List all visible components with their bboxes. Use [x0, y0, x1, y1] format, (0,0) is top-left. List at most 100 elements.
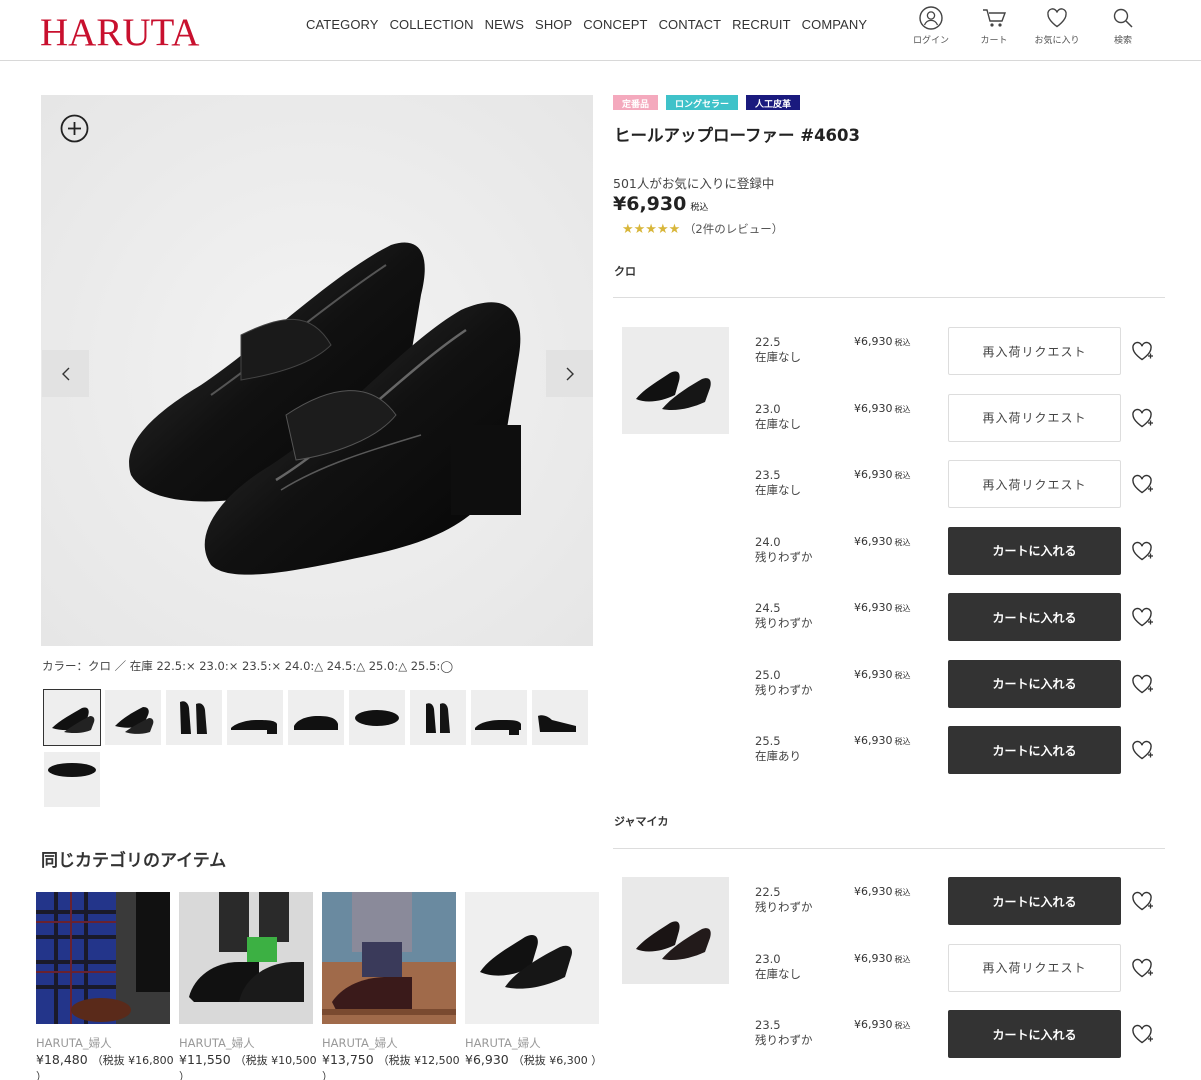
- related-item-image[interactable]: [36, 892, 170, 1024]
- color-label: クロ: [614, 265, 636, 278]
- chevron-right-icon: [566, 367, 574, 380]
- stock-status: 残りわずか: [755, 549, 813, 564]
- search-icon: [1113, 8, 1133, 28]
- favorite-heart-icon[interactable]: [1130, 739, 1154, 761]
- add-to-cart-button[interactable]: カートに入れる: [948, 526, 1121, 575]
- restock-request-button[interactable]: 再入荷リクエスト: [948, 460, 1121, 508]
- color-label: ジャマイカ: [614, 815, 669, 828]
- login-button[interactable]: ログイン: [901, 6, 961, 46]
- favorite-heart-icon[interactable]: [1130, 606, 1154, 628]
- thumbnail[interactable]: [288, 690, 344, 745]
- related-item[interactable]: HARUTA_婦人 ¥6,930 （税抜 ¥6,300 ）: [465, 892, 602, 1068]
- thumbnail[interactable]: [471, 690, 527, 745]
- thumbnail[interactable]: [43, 689, 101, 746]
- row-price: ¥6,930 税込: [854, 734, 911, 747]
- thumbnail[interactable]: [410, 690, 466, 745]
- add-to-cart-button[interactable]: カートに入れる: [948, 1010, 1121, 1058]
- favorite-heart-icon[interactable]: [1130, 673, 1154, 695]
- thumbnail[interactable]: [349, 690, 405, 745]
- related-item[interactable]: HARUTA_婦人 ¥18,480 （税抜 ¥16,800）: [36, 892, 174, 1080]
- cart-label: カート: [980, 36, 1008, 46]
- add-to-cart-button[interactable]: カートに入れる: [948, 877, 1121, 925]
- related-item-brand: HARUTA_婦人: [322, 1036, 398, 1050]
- restock-request-button[interactable]: 再入荷リクエスト: [948, 327, 1121, 375]
- size-stock: 24.0 残りわずか: [755, 535, 813, 565]
- size-row: 23.5 残りわずか ¥6,930 税込 カートに入れる: [755, 1010, 1175, 1058]
- thumbnail[interactable]: [166, 690, 222, 745]
- size-value: 24.0: [755, 534, 781, 549]
- related-item-image[interactable]: [179, 892, 313, 1024]
- thumbnail[interactable]: [44, 752, 100, 807]
- row-price: ¥6,930 税込: [854, 951, 911, 965]
- size-stock: 23.5 残りわずか: [755, 1018, 813, 1048]
- stock-status: 残りわずか: [755, 682, 813, 697]
- add-to-cart-button[interactable]: カートに入れる: [948, 593, 1121, 641]
- thumbnail[interactable]: [227, 690, 283, 745]
- row-price: ¥6,930 税込: [854, 401, 911, 415]
- variant-image: [622, 327, 729, 434]
- size-stock: 22.5 残りわずか: [755, 885, 813, 915]
- gallery-prev-button[interactable]: [42, 350, 89, 397]
- size-value: 23.0: [755, 401, 781, 416]
- stock-status: 在庫なし: [755, 416, 801, 431]
- related-item[interactable]: HARUTA_婦人 ¥11,550 （税抜 ¥10,500）: [179, 892, 317, 1080]
- search-button[interactable]: 検索: [1093, 6, 1153, 46]
- related-item-price: ¥11,550 （税抜 ¥10,500）: [179, 1052, 317, 1080]
- related-item-brand: HARUTA_婦人: [179, 1036, 255, 1050]
- search-label: 検索: [1113, 36, 1132, 46]
- zoom-icon[interactable]: [60, 114, 89, 143]
- favorite-heart-icon[interactable]: [1130, 407, 1154, 429]
- stock-status: 在庫なし: [755, 483, 801, 497]
- row-price: ¥6,930 税込: [854, 885, 911, 898]
- size-value: 23.0: [755, 951, 781, 966]
- thumbnail[interactable]: [105, 690, 161, 745]
- related-item-image[interactable]: [322, 892, 456, 1024]
- size-value: 24.5: [755, 601, 781, 615]
- size-value: 23.5: [755, 1018, 781, 1032]
- size-row: 23.0 在庫なし ¥6,930 税込 再入荷リクエスト: [755, 943, 1175, 992]
- favorite-heart-icon[interactable]: [1130, 1023, 1154, 1045]
- related-items-title: 同じカテゴリのアイテム: [41, 851, 227, 871]
- favorites-button[interactable]: お気に入り: [1027, 6, 1087, 46]
- row-price: ¥6,930 税込: [854, 1018, 911, 1031]
- rating-stars: ★★★★★: [622, 222, 681, 237]
- product-main-image[interactable]: [41, 95, 593, 646]
- stock-status: 在庫あり: [755, 749, 801, 763]
- size-value: 23.5: [755, 468, 781, 482]
- favorite-heart-icon[interactable]: [1130, 957, 1154, 979]
- variant-image: [622, 877, 729, 984]
- stock-summary: カラー：クロ ／ 在庫 22.5:× 23.0:× 23.5:× 24.0:△ …: [42, 659, 454, 673]
- add-to-cart-button[interactable]: カートに入れる: [948, 726, 1121, 774]
- product-rating[interactable]: ★★★★★ （2件のレビュー）: [622, 221, 783, 237]
- size-stock: 23.0 在庫なし: [755, 952, 801, 982]
- related-item[interactable]: HARUTA_婦人 ¥13,750 （税抜 ¥12,500）: [322, 892, 460, 1080]
- related-item-brand: HARUTA_婦人: [36, 1036, 112, 1050]
- favorite-heart-icon[interactable]: [1130, 540, 1154, 562]
- restock-request-button[interactable]: 再入荷リクエスト: [948, 393, 1121, 442]
- add-to-cart-button[interactable]: カートに入れる: [948, 659, 1121, 708]
- divider: [613, 848, 1165, 849]
- thumbnail[interactable]: [532, 690, 588, 745]
- row-price: ¥6,930 税込: [854, 601, 911, 614]
- favorite-heart-icon[interactable]: [1130, 473, 1154, 495]
- row-price: ¥6,930 税込: [854, 667, 911, 681]
- restock-request-button[interactable]: 再入荷リクエスト: [948, 943, 1121, 992]
- size-stock: 23.5 在庫なし: [755, 468, 801, 498]
- cart-button[interactable]: カート: [964, 6, 1024, 46]
- size-value: 25.0: [755, 667, 781, 682]
- related-item-image[interactable]: [465, 892, 599, 1024]
- favorite-heart-icon[interactable]: [1130, 890, 1154, 912]
- row-price: ¥6,930 税込: [854, 534, 911, 548]
- size-value: 22.5: [755, 335, 781, 349]
- stock-status: 残りわずか: [755, 900, 813, 914]
- heart-icon: [1047, 8, 1067, 28]
- size-stock: 24.5 残りわずか: [755, 601, 813, 631]
- favorite-heart-icon[interactable]: [1130, 340, 1154, 362]
- size-row: 24.5 残りわずか ¥6,930 税込 カートに入れる: [755, 593, 1175, 641]
- size-row: 23.0 在庫なし ¥6,930 税込 再入荷リクエスト: [755, 393, 1175, 442]
- size-row: 24.0 残りわずか ¥6,930 税込 カートに入れる: [755, 526, 1175, 575]
- user-icon: [919, 6, 943, 30]
- gallery-next-button[interactable]: [546, 350, 593, 397]
- size-row: 23.5 在庫なし ¥6,930 税込 再入荷リクエスト: [755, 460, 1175, 508]
- stock-status: 在庫なし: [755, 350, 801, 364]
